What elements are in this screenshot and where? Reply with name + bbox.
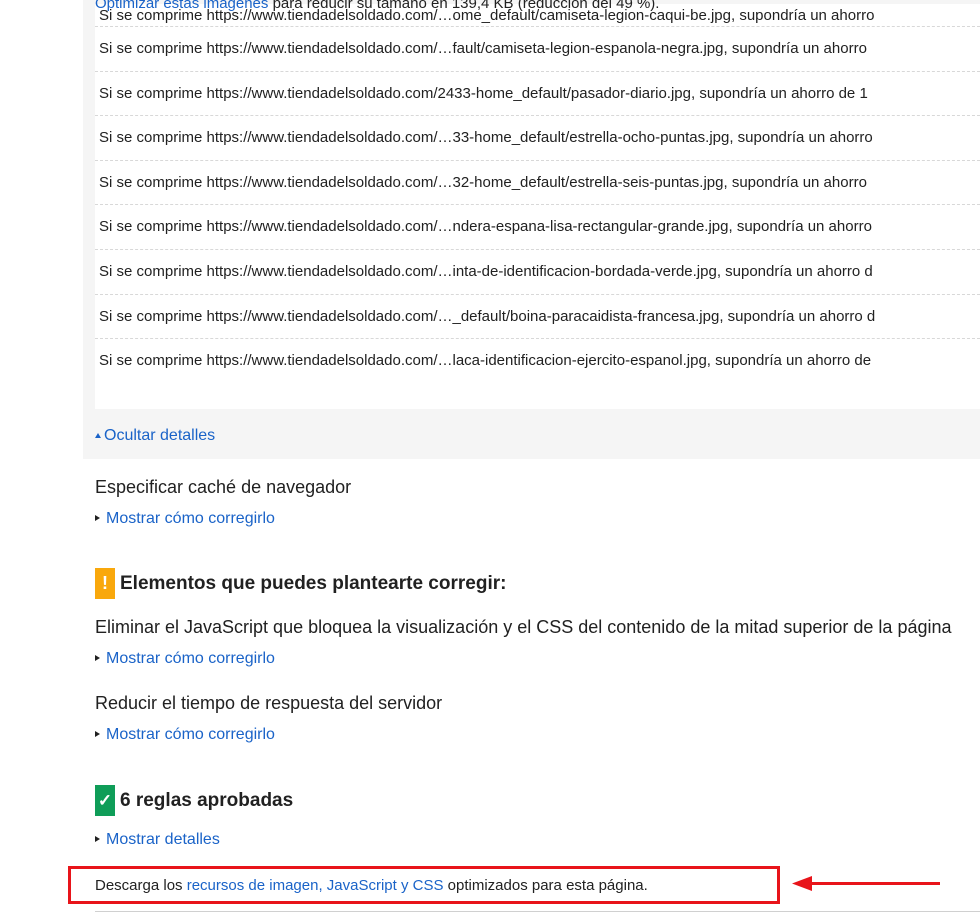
list-item: Si se comprime https://www.tiendadelsold… (95, 161, 980, 206)
render-blocking-show-fix[interactable]: Mostrar cómo corregirlo (95, 650, 275, 668)
download-prefix: Descarga los (95, 877, 187, 894)
list-item-text: Si se comprime https://www.tiendadelsold… (99, 262, 873, 280)
hide-details-link[interactable]: Ocultar detalles (104, 427, 215, 444)
cache-rule-title: Especificar caché de navegador (95, 477, 352, 497)
optimize-images-link[interactable]: Optimizar estas imágenes (95, 0, 268, 12)
consider-fixing-title: Elementos que puedes plantearte corregir… (120, 572, 507, 594)
cache-rule-show-fix[interactable]: Mostrar cómo corregirlo (95, 510, 275, 528)
checkmark-badge-icon: ✓ (95, 785, 115, 816)
show-fix-link[interactable]: Mostrar cómo corregirlo (106, 510, 275, 527)
show-fix-link[interactable]: Mostrar cómo corregirlo (106, 650, 275, 667)
show-details-link[interactable]: Mostrar detalles (106, 831, 220, 848)
triangle-right-icon (95, 836, 100, 842)
divider (95, 911, 980, 912)
show-fix-link[interactable]: Mostrar cómo corregirlo (106, 726, 275, 743)
triangle-right-icon (95, 731, 100, 737)
server-response-rule-title: Reducir el tiempo de respuesta del servi… (95, 693, 443, 713)
list-item: Si se comprime https://www.tiendadelsold… (95, 250, 980, 295)
list-item-text: Si se comprime https://www.tiendadelsold… (99, 129, 873, 147)
red-arrow-icon (792, 876, 940, 891)
show-details-toggle[interactable]: Mostrar detalles (95, 831, 220, 849)
list-item-text: Si se comprime https://www.tiendadelsold… (99, 173, 867, 191)
triangle-right-icon (95, 515, 100, 521)
download-optimized-resources: Descarga los recursos de imagen, JavaScr… (95, 877, 648, 894)
triangle-right-icon (95, 655, 100, 661)
list-item: Si se comprime https://www.tiendadelsold… (95, 116, 980, 161)
optimized-resources-link[interactable]: recursos de imagen, JavaScript y CSS (187, 877, 444, 894)
passed-rules-title: 6 reglas aprobadas (120, 789, 294, 811)
list-item-text: Si se comprime https://www.tiendadelsold… (99, 307, 876, 325)
list-item: Si se comprime https://www.tiendadelsold… (95, 295, 980, 340)
list-item: Si se comprime https://www.tiendadelsold… (95, 72, 980, 117)
list-item-text: Si se comprime https://www.tiendadelsold… (99, 218, 872, 236)
passed-rules-heading: ✓ 6 reglas aprobadas (95, 785, 293, 816)
image-optimization-summary: Optimizar estas imágenes para reducir su… (95, 0, 659, 12)
triangle-up-icon (95, 433, 101, 438)
list-item-text: Si se comprime https://www.tiendadelsold… (99, 40, 867, 57)
image-resource-list: Si se comprime https://www.tiendadelsold… (95, 4, 980, 409)
exclamation-badge-icon: ! (95, 568, 115, 599)
optimize-images-text: para reducir su tamaño en 139,4 KB (redu… (268, 0, 660, 12)
list-item-text: Si se comprime https://www.tiendadelsold… (99, 84, 868, 102)
render-blocking-rule-title: Eliminar el JavaScript que bloquea la vi… (95, 617, 952, 637)
server-response-show-fix[interactable]: Mostrar cómo corregirlo (95, 726, 275, 744)
hide-details-toggle[interactable]: Ocultar detalles (95, 427, 215, 445)
list-item: Si se comprime https://www.tiendadelsold… (95, 205, 980, 250)
consider-fixing-heading: ! Elementos que puedes plantearte correg… (95, 568, 506, 599)
list-item: Si se comprime https://www.tiendadelsold… (95, 339, 980, 384)
download-suffix: optimizados para esta página. (443, 877, 648, 894)
list-item-text: Si se comprime https://www.tiendadelsold… (99, 352, 872, 370)
